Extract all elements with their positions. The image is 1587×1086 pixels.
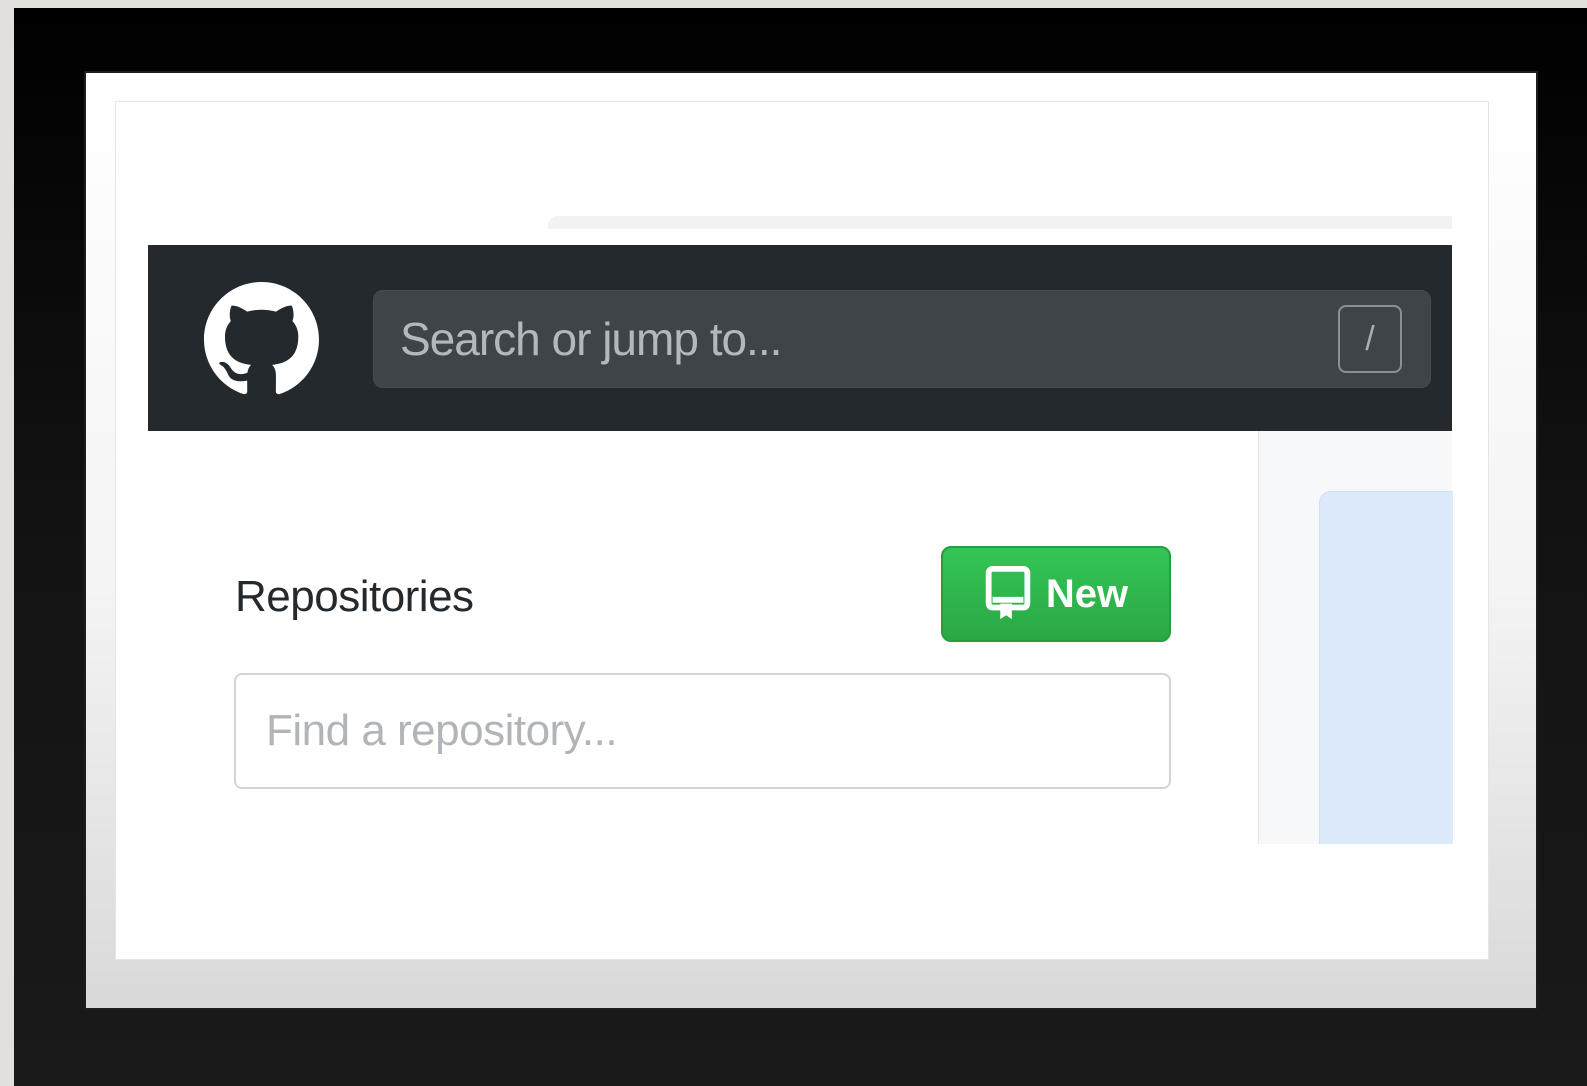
- search-input[interactable]: [400, 304, 1330, 374]
- repo-icon: [985, 565, 1031, 620]
- repositories-sidebar: Repositories New: [148, 431, 1258, 916]
- dashboard-blue-card: [1319, 491, 1453, 844]
- github-octocat-icon[interactable]: [204, 282, 319, 397]
- find-repository-input[interactable]: [234, 673, 1171, 789]
- main-content-pane: [1258, 431, 1453, 844]
- screenshot-card: / Repositories New: [115, 101, 1489, 960]
- repositories-heading: Repositories: [235, 572, 474, 621]
- inner-frame: / Repositories New: [86, 73, 1536, 1008]
- search-box[interactable]: /: [373, 290, 1431, 388]
- new-button-label: New: [1045, 571, 1129, 616]
- new-repository-button[interactable]: New: [941, 546, 1171, 642]
- keyboard-shortcut-key: /: [1338, 305, 1402, 373]
- outer-frame: / Repositories New: [14, 8, 1587, 1086]
- header-bar: /: [148, 245, 1452, 431]
- top-strip: [548, 216, 1452, 228]
